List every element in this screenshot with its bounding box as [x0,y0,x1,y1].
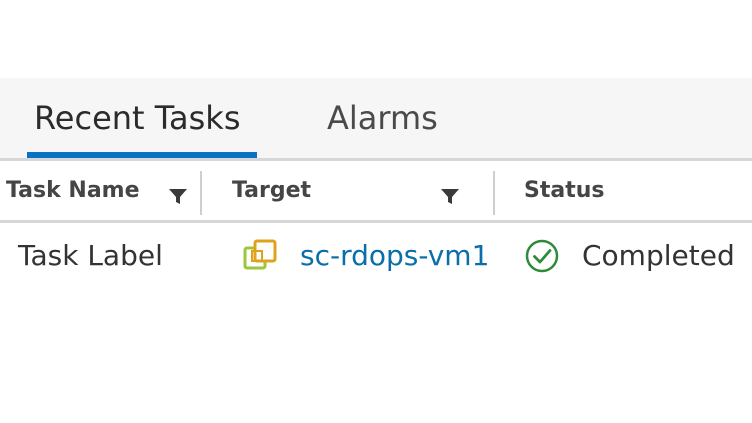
task-name-cell: Task Label [18,239,163,272]
recent-tasks-panel: Recent Tasks Alarms Task Name Target Sta… [0,0,752,423]
filter-icon[interactable] [168,186,188,206]
target-cell: sc-rdops-vm1 [300,236,496,276]
tab-recent-tasks[interactable]: Recent Tasks [34,98,241,156]
tab-alarms[interactable]: Alarms [327,98,438,156]
target-link[interactable]: sc-rdops-vm1 [300,238,489,274]
column-header-task-name[interactable]: Task Name [6,176,140,206]
column-separator[interactable] [493,171,495,215]
top-blank-area [0,0,752,78]
column-separator[interactable] [200,171,202,215]
vm-icon [243,239,277,270]
filter-icon[interactable] [440,186,460,206]
column-header-status[interactable]: Status [524,176,604,206]
status-cell: Completed [582,239,735,272]
check-circle-icon [525,239,559,273]
column-header-target[interactable]: Target [232,176,311,206]
